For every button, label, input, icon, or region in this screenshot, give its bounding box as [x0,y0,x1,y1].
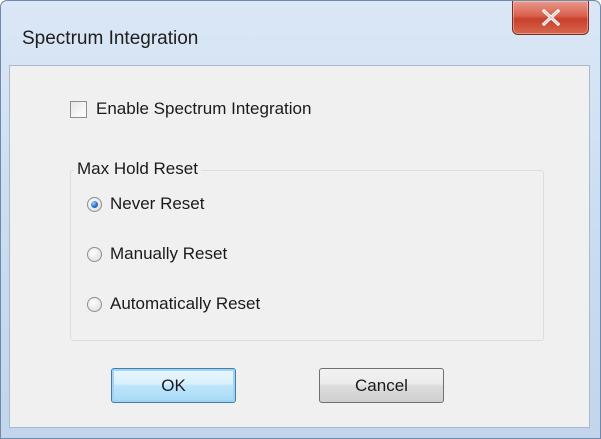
radio-manually-reset-button[interactable] [87,246,102,262]
title-bar[interactable]: Spectrum Integration [1,1,600,65]
radio-never-reset-button[interactable] [87,196,102,212]
radio-manually-reset-label[interactable]: Manually Reset [110,244,227,264]
close-button[interactable] [512,1,589,35]
radio-manually-reset[interactable]: Manually Reset [87,244,227,264]
cancel-button[interactable]: Cancel [319,368,444,403]
radio-never-reset-label[interactable]: Never Reset [110,194,204,214]
radio-automatically-reset-button[interactable] [87,296,102,312]
max-hold-reset-group-label: Max Hold Reset [74,159,201,179]
window-title: Spectrum Integration [22,28,199,49]
dialog-window: Spectrum Integration Enable Spectrum Int… [0,0,601,439]
enable-integration-label[interactable]: Enable Spectrum Integration [96,99,311,119]
close-icon [541,9,561,26]
enable-integration-checkbox[interactable] [70,100,87,118]
radio-never-reset[interactable]: Never Reset [87,194,204,214]
ok-button[interactable]: OK [111,368,236,403]
radio-automatically-reset[interactable]: Automatically Reset [87,294,260,314]
radio-automatically-reset-label[interactable]: Automatically Reset [110,294,260,314]
enable-integration-checkbox-row[interactable]: Enable Spectrum Integration [70,99,311,119]
dialog-client-area: Enable Spectrum Integration Max Hold Res… [9,65,590,428]
